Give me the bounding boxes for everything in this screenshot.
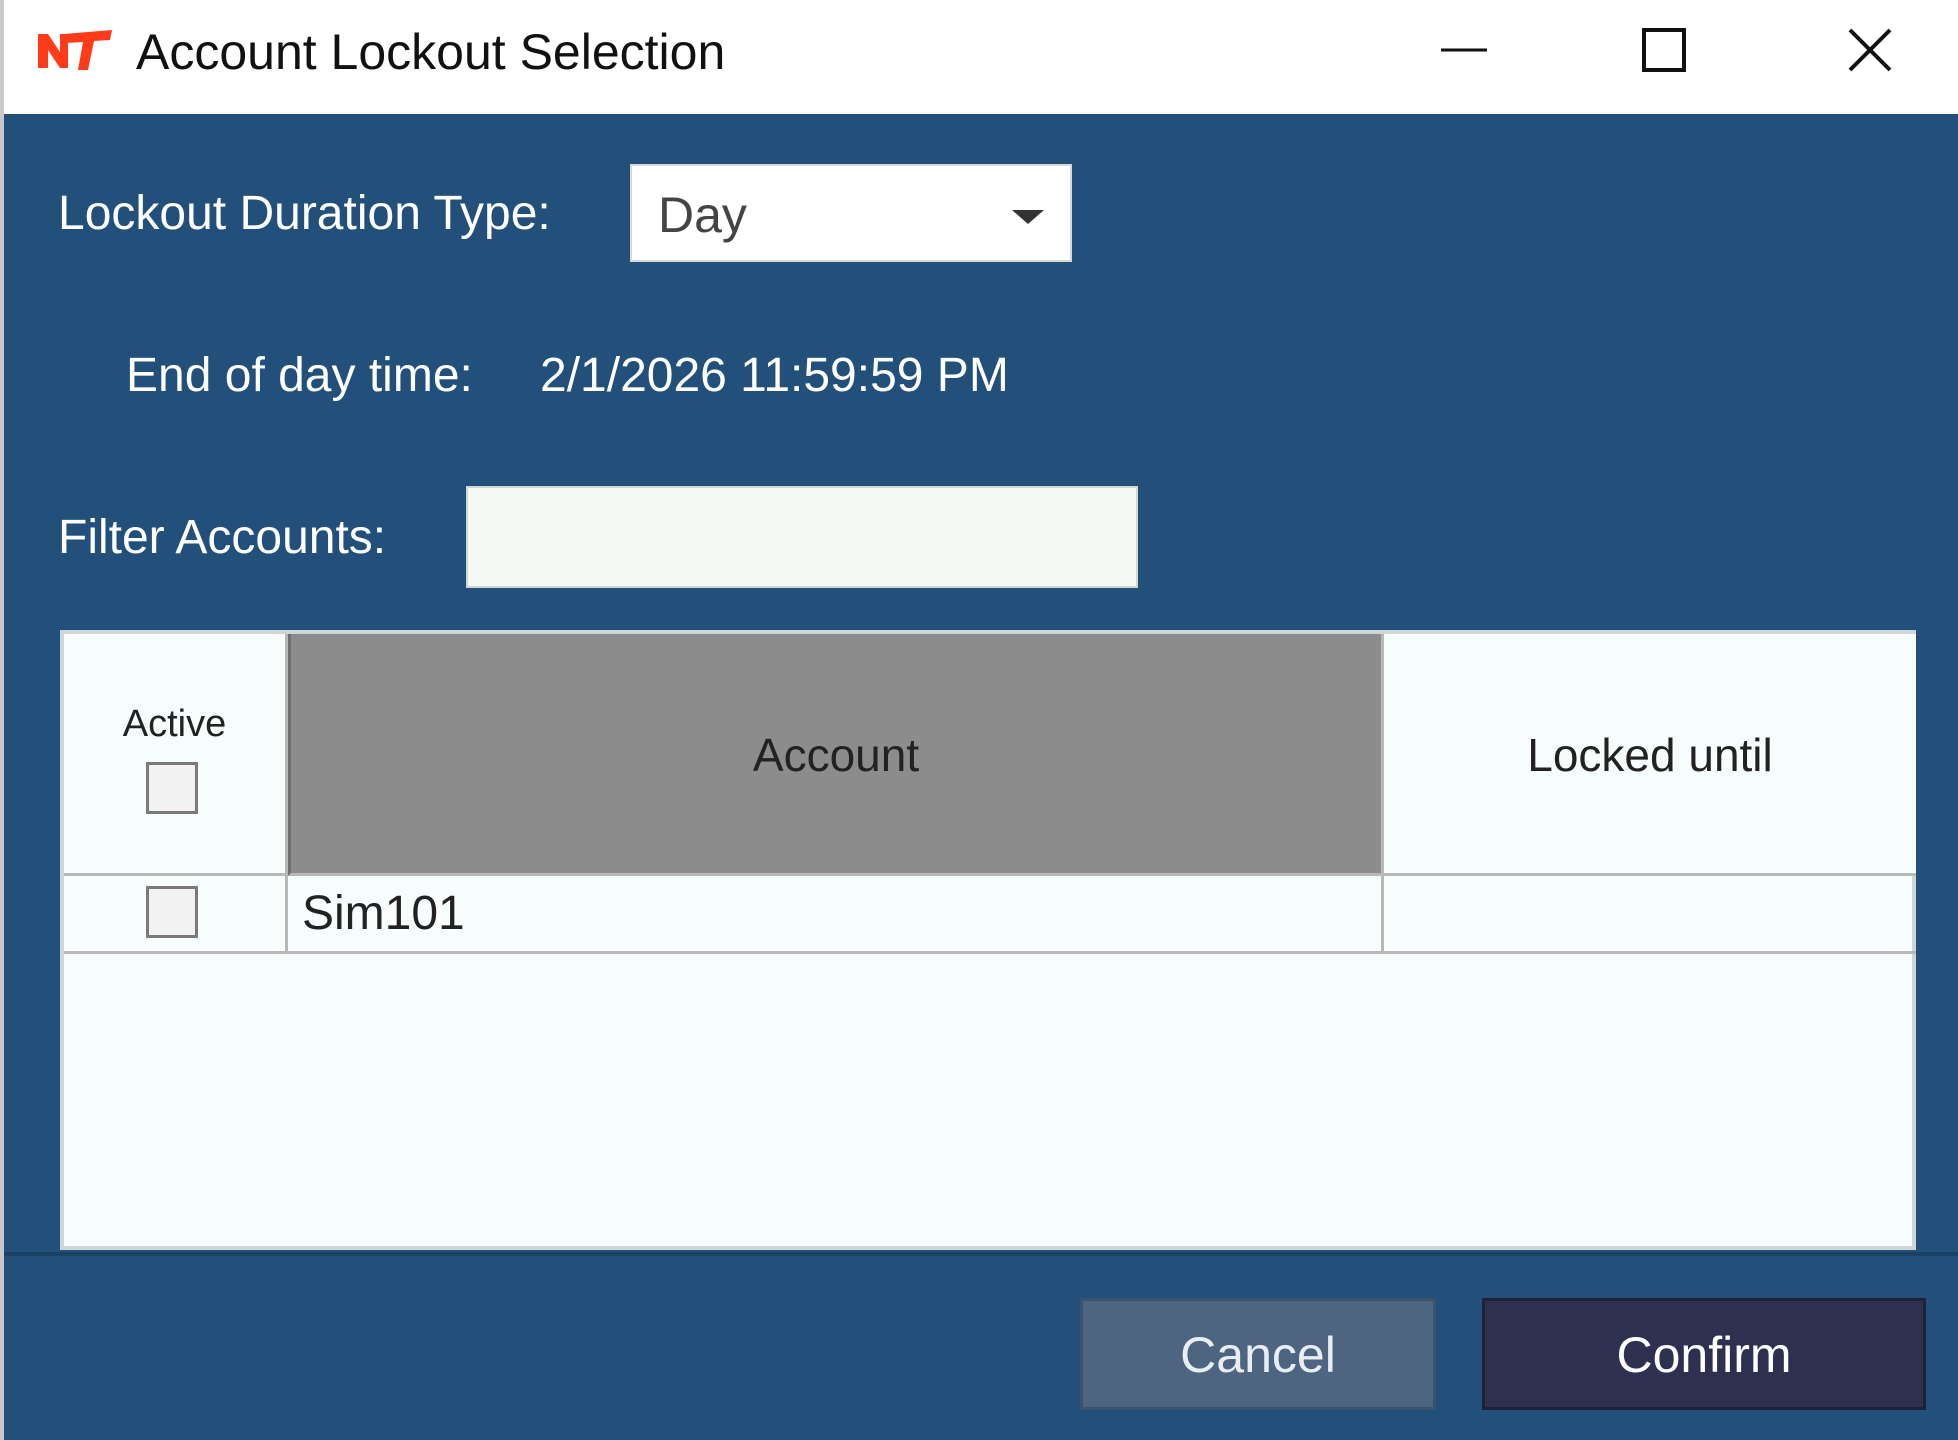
account-cell[interactable]: Sim101 bbox=[288, 876, 1384, 951]
footer-divider bbox=[4, 1252, 1958, 1256]
column-header-account[interactable]: Account bbox=[288, 634, 1384, 876]
select-all-checkbox[interactable] bbox=[146, 762, 198, 814]
maximize-button[interactable] bbox=[1604, 0, 1724, 100]
filter-accounts-label: Filter Accounts: bbox=[58, 511, 387, 564]
maximize-icon bbox=[1642, 28, 1686, 72]
cancel-button[interactable]: Cancel bbox=[1080, 1298, 1436, 1410]
accounts-grid: Active Account Locked until Sim101 bbox=[60, 630, 1916, 1250]
title-bar[interactable]: Account Lockout Selection bbox=[4, 0, 1958, 114]
minimize-button[interactable] bbox=[1404, 0, 1524, 100]
account-lockout-window: Account Lockout Selection Lockout Durati… bbox=[0, 0, 1958, 1440]
confirm-button[interactable]: Confirm bbox=[1482, 1298, 1926, 1410]
end-of-day-value: 2/1/2026 11:59:59 PM bbox=[540, 349, 1009, 402]
filter-accounts-input[interactable] bbox=[466, 486, 1138, 588]
column-header-active-label: Active bbox=[122, 703, 227, 745]
active-cell bbox=[64, 876, 288, 951]
chevron-down-icon bbox=[1012, 210, 1044, 224]
account-name: Sim101 bbox=[302, 887, 465, 940]
column-header-locked-until[interactable]: Locked until bbox=[1384, 634, 1916, 876]
lockout-duration-label: Lockout Duration Type: bbox=[58, 187, 551, 240]
close-icon bbox=[1848, 28, 1892, 72]
column-header-locked-until-label: Locked until bbox=[1527, 729, 1773, 781]
lockout-duration-dropdown[interactable]: Day bbox=[630, 164, 1072, 262]
column-header-account-label: Account bbox=[752, 729, 920, 781]
close-button[interactable] bbox=[1810, 0, 1930, 100]
end-of-day-label: End of day time: bbox=[126, 349, 473, 402]
locked-until-cell[interactable] bbox=[1384, 876, 1916, 951]
window-title: Account Lockout Selection bbox=[136, 24, 726, 80]
table-row[interactable]: Sim101 bbox=[64, 876, 1916, 954]
column-header-active[interactable]: Active bbox=[64, 634, 288, 876]
minimize-icon bbox=[1441, 48, 1487, 52]
lockout-duration-value: Day bbox=[658, 187, 747, 243]
row-active-checkbox[interactable] bbox=[146, 886, 198, 938]
nt-logo-icon bbox=[38, 30, 112, 70]
